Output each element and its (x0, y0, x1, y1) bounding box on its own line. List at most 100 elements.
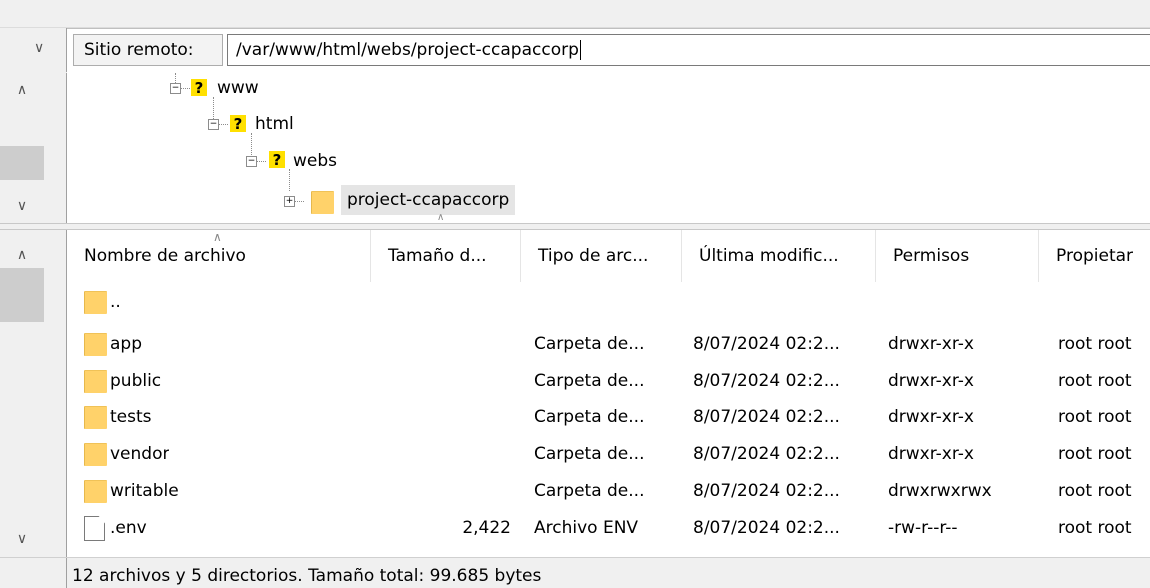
column-header-permissions[interactable]: Permisos (876, 230, 1039, 282)
remote-path-input[interactable]: /var/www/html/webs/project-ccapaccorp (227, 34, 1150, 66)
column-header-label: Tipo de arc... (538, 246, 649, 266)
table-row[interactable]: .env 2,422 Archivo ENV 8/07/2024 02:2...… (67, 512, 1150, 546)
file-permissions: drwxr-xr-x (888, 407, 974, 427)
file-icon (84, 516, 105, 541)
table-row[interactable]: writable Carpeta de... 8/07/2024 02:2...… (67, 475, 1150, 509)
table-row[interactable]: app Carpeta de... 8/07/2024 02:2... drwx… (67, 328, 1150, 362)
file-list-header: Nombre de archivo ∧ Tamaño d... Tipo de … (67, 230, 1150, 282)
table-row[interactable]: public Carpeta de... 8/07/2024 02:2... d… (67, 365, 1150, 399)
tree-line (257, 161, 266, 163)
pane-splitter[interactable] (0, 223, 1150, 230)
tree-item-label: html (255, 114, 294, 134)
file-owner: root root (1058, 407, 1132, 427)
tree-item-project-ccapaccorp[interactable]: project-ccapaccorp (341, 185, 516, 215)
file-permissions: drwxr-xr-x (888, 444, 974, 464)
site-dropdown-toggle[interactable]: ∨ (0, 28, 67, 72)
column-header-label: Tamaño d... (388, 246, 487, 266)
chevron-down-icon: ∨ (16, 198, 28, 214)
column-header-label: Última modific... (699, 246, 839, 266)
question-folder-icon: ? (230, 115, 246, 133)
file-owner: root root (1058, 444, 1132, 464)
file-permissions: drwxr-xr-x (888, 371, 974, 391)
status-left-gutter (66, 558, 67, 588)
file-type: Carpeta de... (534, 444, 645, 464)
status-bar: 12 archivos y 5 directorios. Tamaño tota… (0, 557, 1150, 588)
file-name: app (110, 334, 142, 354)
sort-ascending-icon: ∧ (213, 230, 222, 244)
file-owner: root root (1058, 371, 1132, 391)
expand-project-icon[interactable]: + (284, 196, 295, 207)
file-name: tests (110, 407, 152, 427)
file-size: 2,422 (462, 518, 511, 538)
column-header-size[interactable]: Tamaño d... (371, 230, 521, 282)
column-header-owner[interactable]: Propietar (1039, 230, 1150, 282)
file-modified: 8/07/2024 02:2... (693, 371, 840, 391)
file-permissions: drwxrwxrwx (888, 481, 992, 501)
tree-line (295, 201, 304, 203)
chevron-up-icon: ∧ (16, 82, 28, 98)
scroll-up-button[interactable]: ∧ (0, 240, 44, 270)
file-modified: 8/07/2024 02:2... (693, 407, 840, 427)
scroll-down-button[interactable]: ∨ (0, 524, 44, 554)
chevron-up-icon: ∧ (16, 247, 28, 263)
list-scrollbar[interactable]: ∧ ∨ (0, 230, 44, 557)
question-folder-icon: ? (269, 151, 285, 169)
folder-icon (84, 370, 107, 393)
tree-line (175, 73, 177, 83)
folder-icon (84, 291, 107, 314)
folder-icon (311, 191, 334, 214)
folder-icon (84, 406, 107, 429)
file-modified: 8/07/2024 02:2... (693, 444, 840, 464)
list-scroll-thumb[interactable] (0, 268, 44, 322)
table-row[interactable]: vendor Carpeta de... 8/07/2024 02:2... d… (67, 438, 1150, 472)
scroll-down-button[interactable]: ∨ (0, 191, 44, 221)
chevron-down-icon: ∨ (16, 531, 28, 547)
column-header-modified[interactable]: Última modific... (682, 230, 876, 282)
remote-tree: − ? www − ? html − ? webs + project-ccap… (67, 73, 1150, 223)
table-row[interactable]: .. (67, 286, 1150, 320)
folder-icon (84, 333, 107, 356)
tree-item-label: webs (293, 151, 338, 171)
tree-line (289, 169, 291, 191)
folder-icon (84, 480, 107, 503)
file-permissions: -rw-r--r-- (888, 518, 958, 538)
file-type: Archivo ENV (534, 518, 639, 538)
list-gutter (44, 230, 67, 557)
remote-site-label: Sitio remoto: (73, 34, 223, 66)
column-header-label: Propietar (1056, 246, 1134, 266)
file-type: Carpeta de... (534, 481, 645, 501)
remote-site-bar: Sitio remoto: /var/www/html/webs/project… (67, 28, 1150, 74)
file-name: writable (110, 481, 179, 501)
tree-item-html[interactable]: html (251, 110, 298, 138)
file-permissions: drwxr-xr-x (888, 334, 974, 354)
top-strip (0, 0, 1150, 28)
scroll-up-button[interactable]: ∧ (0, 75, 44, 105)
splitter-grip-icon: ∧ (437, 212, 445, 223)
tree-scrollbar[interactable]: ∧ ∨ (0, 73, 44, 223)
tree-line (219, 124, 228, 126)
tree-item-label: www (217, 78, 259, 98)
collapse-webs-icon[interactable]: − (246, 156, 257, 167)
column-header-name[interactable]: Nombre de archivo ∧ (67, 230, 371, 282)
text-cursor (579, 40, 581, 60)
table-row[interactable]: tests Carpeta de... 8/07/2024 02:2... dr… (67, 401, 1150, 435)
column-header-label: Permisos (893, 246, 970, 266)
tree-scroll-thumb[interactable] (0, 146, 44, 180)
remote-path-value: /var/www/html/webs/project-ccapaccorp (236, 40, 579, 60)
file-type: Carpeta de... (534, 371, 645, 391)
column-header-label: Nombre de archivo (84, 246, 246, 266)
file-name: vendor (110, 444, 170, 464)
column-header-type[interactable]: Tipo de arc... (521, 230, 682, 282)
collapse-html-icon[interactable]: − (208, 119, 219, 130)
tree-item-webs[interactable]: webs (289, 147, 341, 175)
file-type: Carpeta de... (534, 407, 645, 427)
tree-item-label: project-ccapaccorp (347, 190, 510, 210)
collapse-www-icon[interactable]: − (170, 83, 181, 94)
file-modified: 8/07/2024 02:2... (693, 518, 840, 538)
file-modified: 8/07/2024 02:2... (693, 481, 840, 501)
tree-item-www[interactable]: www (213, 74, 263, 102)
status-text: 12 archivos y 5 directorios. Tamaño tota… (72, 566, 542, 586)
question-folder-icon: ? (191, 79, 207, 97)
file-name: .env (110, 518, 147, 538)
remote-site-label-text: Sitio remoto: (84, 40, 194, 60)
